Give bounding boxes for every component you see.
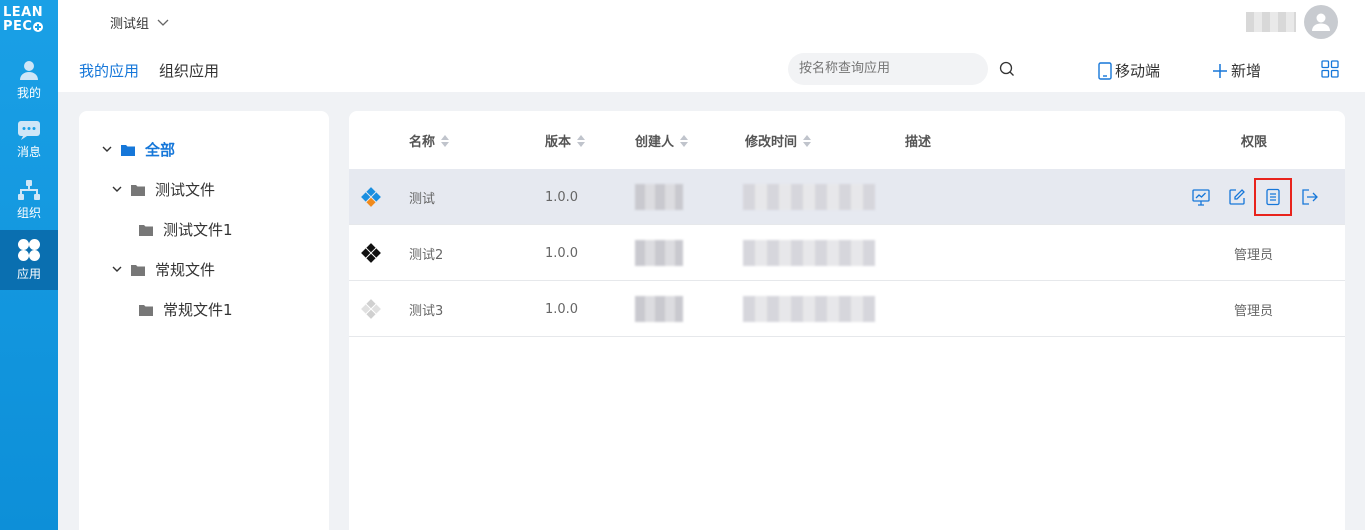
message-icon — [18, 121, 40, 140]
chevron-down-icon[interactable] — [109, 266, 125, 273]
mobile-button[interactable]: 移动端 — [1098, 60, 1160, 81]
chevron-down-icon[interactable] — [99, 146, 115, 153]
chevron-down-icon[interactable] — [109, 186, 125, 193]
modified-blurred — [743, 281, 875, 337]
user-name-blurred — [1246, 12, 1296, 32]
user-icon — [20, 61, 38, 80]
folder-tree: 全部 测试文件 测试文件1 常规文件 常规文件1 — [79, 111, 329, 530]
app-icon — [359, 225, 383, 281]
rail-item-apps[interactable]: 应用 — [0, 230, 58, 290]
column-header-creator[interactable]: 创建人 — [635, 131, 689, 150]
table-row[interactable]: 测试 1.0.0 — [349, 169, 1345, 225]
chevron-down-icon — [157, 19, 169, 26]
apps-table: 名称 版本 创建人 修改时间 描述 权限 测试 1.0.0 测试2 1.0.0 … — [349, 111, 1345, 530]
table-header: 名称 版本 创建人 修改时间 描述 权限 — [349, 111, 1345, 169]
tree-node-all[interactable]: 全部 — [99, 139, 175, 160]
mobile-label: 移动端 — [1115, 62, 1161, 80]
avatar-user-icon — [1312, 13, 1330, 31]
group-selector[interactable]: 测试组 — [110, 13, 169, 32]
modified-blurred — [743, 225, 875, 281]
sort-icon[interactable] — [680, 134, 689, 147]
avatar[interactable] — [1304, 5, 1338, 39]
tablet-icon — [1098, 61, 1112, 80]
rail-label-mine: 我的 — [16, 86, 41, 100]
column-label: 创建人 — [635, 135, 675, 150]
creator-blurred — [635, 281, 683, 337]
folder-icon — [139, 304, 153, 316]
column-label: 描述 — [905, 135, 932, 150]
document-icon[interactable] — [1254, 178, 1292, 216]
search-input[interactable] — [788, 53, 988, 85]
rail-item-mine[interactable]: 我的 — [0, 50, 58, 110]
grid-view-icon[interactable] — [1321, 60, 1339, 78]
logo-line1: LEAN — [3, 5, 44, 20]
search-icon[interactable] — [999, 61, 1015, 77]
app-name: 测试2 — [409, 247, 444, 263]
rail-label-message: 消息 — [16, 145, 41, 159]
org-icon — [18, 180, 40, 200]
column-label: 名称 — [409, 135, 436, 150]
logo-line2: PEC — [3, 19, 33, 34]
folder-icon — [131, 264, 145, 276]
app-name: 测试3 — [409, 303, 444, 319]
column-header-version[interactable]: 版本 — [545, 131, 586, 150]
tree-node-folder[interactable]: 测试文件 — [109, 179, 215, 200]
exit-icon[interactable] — [1298, 186, 1320, 208]
permission-text: 管理员 — [1234, 247, 1274, 263]
logo-plus-icon — [33, 22, 44, 32]
tree-label-all: 全部 — [145, 141, 176, 159]
logo: LEAN PEC — [3, 6, 57, 34]
app-version: 1.0.0 — [545, 189, 579, 205]
tree-node-subfolder[interactable]: 常规文件1 — [139, 299, 233, 320]
app-name: 测试 — [409, 191, 436, 207]
edit-icon[interactable] — [1226, 186, 1248, 208]
sort-icon[interactable] — [577, 134, 586, 147]
table-row[interactable]: 测试2 1.0.0 管理员 — [349, 225, 1345, 281]
column-label: 版本 — [545, 135, 572, 150]
tab-my-apps[interactable]: 我的应用 — [79, 60, 139, 81]
rail-item-org[interactable]: 组织 — [0, 170, 58, 230]
creator-blurred — [635, 169, 683, 225]
tree-node-subfolder[interactable]: 测试文件1 — [139, 219, 233, 240]
top-header: 测试组 我的应用 组织应用 移动端 新增 — [58, 0, 1365, 92]
tree-label: 测试文件1 — [163, 221, 233, 239]
apps-icon — [18, 239, 40, 261]
rail-item-message[interactable]: 消息 — [0, 110, 58, 170]
creator-blurred — [635, 225, 683, 281]
column-header-desc: 描述 — [905, 131, 931, 150]
modified-blurred — [743, 169, 875, 225]
column-header-modified[interactable]: 修改时间 — [745, 131, 812, 150]
app-version: 1.0.0 — [545, 245, 579, 261]
folder-icon — [139, 224, 153, 236]
folder-icon — [121, 144, 135, 156]
tree-node-folder[interactable]: 常规文件 — [109, 259, 215, 280]
column-label: 权限 — [1241, 135, 1268, 150]
tab-org-apps[interactable]: 组织应用 — [159, 60, 219, 81]
sort-icon[interactable] — [441, 134, 450, 147]
app-icon — [359, 281, 383, 337]
permission-text: 管理员 — [1234, 303, 1274, 319]
tree-label: 测试文件 — [155, 181, 216, 199]
tree-label: 常规文件1 — [163, 301, 233, 319]
tree-label: 常规文件 — [155, 261, 216, 279]
app-icon — [359, 169, 383, 225]
table-row[interactable]: 测试3 1.0.0 管理员 — [349, 281, 1345, 337]
plus-icon — [1213, 63, 1227, 78]
rail-label-org: 组织 — [16, 206, 41, 220]
sort-icon[interactable] — [803, 134, 812, 147]
group-name: 测试组 — [110, 17, 150, 32]
column-header-perm: 权限 — [1241, 131, 1267, 150]
column-header-name[interactable]: 名称 — [409, 131, 450, 150]
add-label: 新增 — [1231, 62, 1262, 80]
folder-icon — [131, 184, 145, 196]
left-nav-rail: LEAN PEC 我的 消息 组织 应用 — [0, 0, 58, 530]
add-button[interactable]: 新增 — [1212, 60, 1261, 81]
rail-label-apps: 应用 — [16, 267, 41, 281]
column-label: 修改时间 — [745, 135, 798, 150]
app-version: 1.0.0 — [545, 301, 579, 317]
monitor-icon[interactable] — [1190, 186, 1212, 208]
